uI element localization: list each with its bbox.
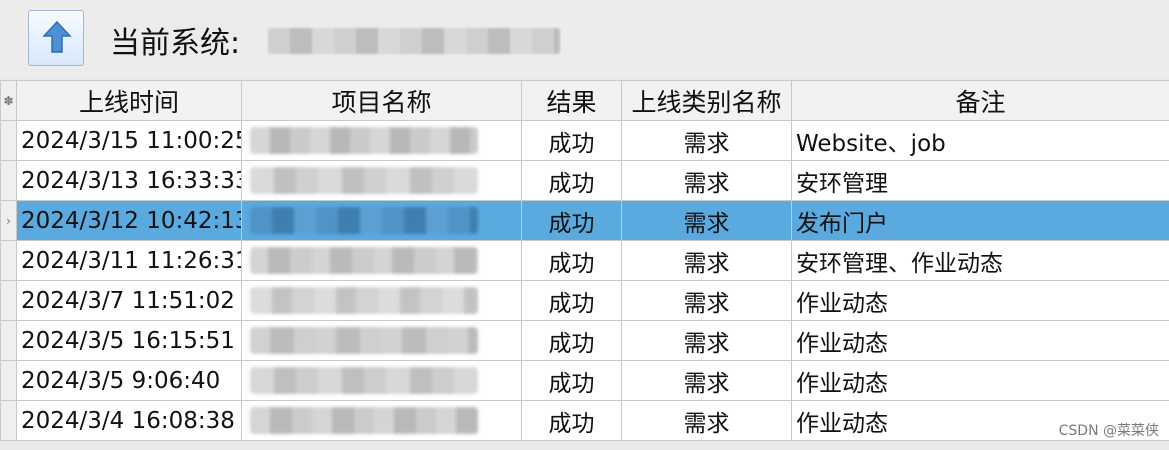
cell-result: 成功 [521, 360, 622, 401]
cell-type: 需求 [621, 200, 792, 241]
row-selector-current[interactable]: › [0, 200, 17, 241]
table-header-row: ✽ 上线时间 项目名称 结果 上线类别名称 备注 [0, 80, 1169, 121]
cell-result: 成功 [521, 400, 622, 441]
cell-note: 作业动态 [791, 280, 1169, 321]
row-selector[interactable] [0, 280, 17, 321]
cell-project-redacted [241, 280, 522, 321]
upload-button[interactable] [28, 10, 84, 66]
table-row[interactable]: 2024/3/11 11:26:31 成功 需求 安环管理、作业动态 [0, 240, 1169, 281]
cell-time: 2024/3/5 16:15:51 [16, 320, 242, 361]
watermark: CSDN @菜菜侠 [1058, 423, 1159, 439]
table-row[interactable]: 2024/3/4 16:08:38 成功 需求 作业动态 [0, 400, 1169, 441]
cell-note: 安环管理 [791, 160, 1169, 201]
toolbar: 当前系统: [0, 0, 1169, 78]
row-selector[interactable] [0, 120, 17, 161]
cell-result: 成功 [521, 320, 622, 361]
cell-type: 需求 [621, 280, 792, 321]
cell-result: 成功 [521, 280, 622, 321]
cell-project-redacted [241, 400, 522, 441]
cell-type: 需求 [621, 320, 792, 361]
cell-time: 2024/3/11 11:26:31 [16, 240, 242, 281]
cell-type: 需求 [621, 400, 792, 441]
table-row[interactable]: 2024/3/13 16:33:33 成功 需求 安环管理 [0, 160, 1169, 201]
column-header-type[interactable]: 上线类别名称 [621, 80, 792, 121]
column-header-note[interactable]: 备注 [791, 80, 1169, 121]
column-header-project[interactable]: 项目名称 [241, 80, 522, 121]
cell-result: 成功 [521, 240, 622, 281]
column-header-time[interactable]: 上线时间 [16, 80, 242, 121]
system-value-redacted [268, 28, 560, 54]
cell-project-redacted [241, 240, 522, 281]
deployment-table: ✽ 上线时间 项目名称 结果 上线类别名称 备注 2024/3/15 11:00… [0, 80, 1169, 441]
cell-type: 需求 [621, 360, 792, 401]
row-selector[interactable] [0, 360, 17, 401]
cell-result: 成功 [521, 200, 622, 241]
cell-project-redacted [241, 120, 522, 161]
row-selector[interactable] [0, 240, 17, 281]
cell-note: 作业动态 [791, 320, 1169, 361]
cell-time: 2024/3/12 10:42:13 [16, 200, 242, 241]
cell-project-redacted [241, 200, 522, 241]
system-label: 当前系统: [110, 26, 241, 61]
cell-time: 2024/3/7 11:51:02 [16, 280, 242, 321]
cell-note: Website、job [791, 120, 1169, 161]
cell-time: 2024/3/13 16:33:33 [16, 160, 242, 201]
column-header-result[interactable]: 结果 [521, 80, 622, 121]
cell-result: 成功 [521, 120, 622, 161]
table-row[interactable]: 2024/3/5 16:15:51 成功 需求 作业动态 [0, 320, 1169, 361]
row-selector[interactable] [0, 320, 17, 361]
cell-note: 安环管理、作业动态 [791, 240, 1169, 281]
up-arrow-icon [42, 20, 72, 53]
cell-type: 需求 [621, 120, 792, 161]
table-row[interactable]: 2024/3/7 11:51:02 成功 需求 作业动态 [0, 280, 1169, 321]
cell-time: 2024/3/5 9:06:40 [16, 360, 242, 401]
cell-note: 发布门户 [791, 200, 1169, 241]
cell-project-redacted [241, 160, 522, 201]
cell-time: 2024/3/15 11:00:25 [16, 120, 242, 161]
cell-type: 需求 [621, 240, 792, 281]
cell-project-redacted [241, 360, 522, 401]
cell-type: 需求 [621, 160, 792, 201]
row-selector[interactable] [0, 400, 17, 441]
cell-note: 作业动态 [791, 360, 1169, 401]
row-selector[interactable] [0, 160, 17, 201]
table-row[interactable]: 2024/3/15 11:00:25 成功 需求 Website、job [0, 120, 1169, 161]
table-row[interactable]: 2024/3/5 9:06:40 成功 需求 作业动态 [0, 360, 1169, 401]
header-row-selector[interactable]: ✽ [0, 80, 17, 121]
cell-project-redacted [241, 320, 522, 361]
cell-time: 2024/3/4 16:08:38 [16, 400, 242, 441]
deployment-grid[interactable]: ✽ 上线时间 项目名称 结果 上线类别名称 备注 2024/3/15 11:00… [0, 80, 1169, 441]
cell-result: 成功 [521, 160, 622, 201]
table-row-selected[interactable]: › 2024/3/12 10:42:13 成功 需求 发布门户 [0, 200, 1169, 241]
